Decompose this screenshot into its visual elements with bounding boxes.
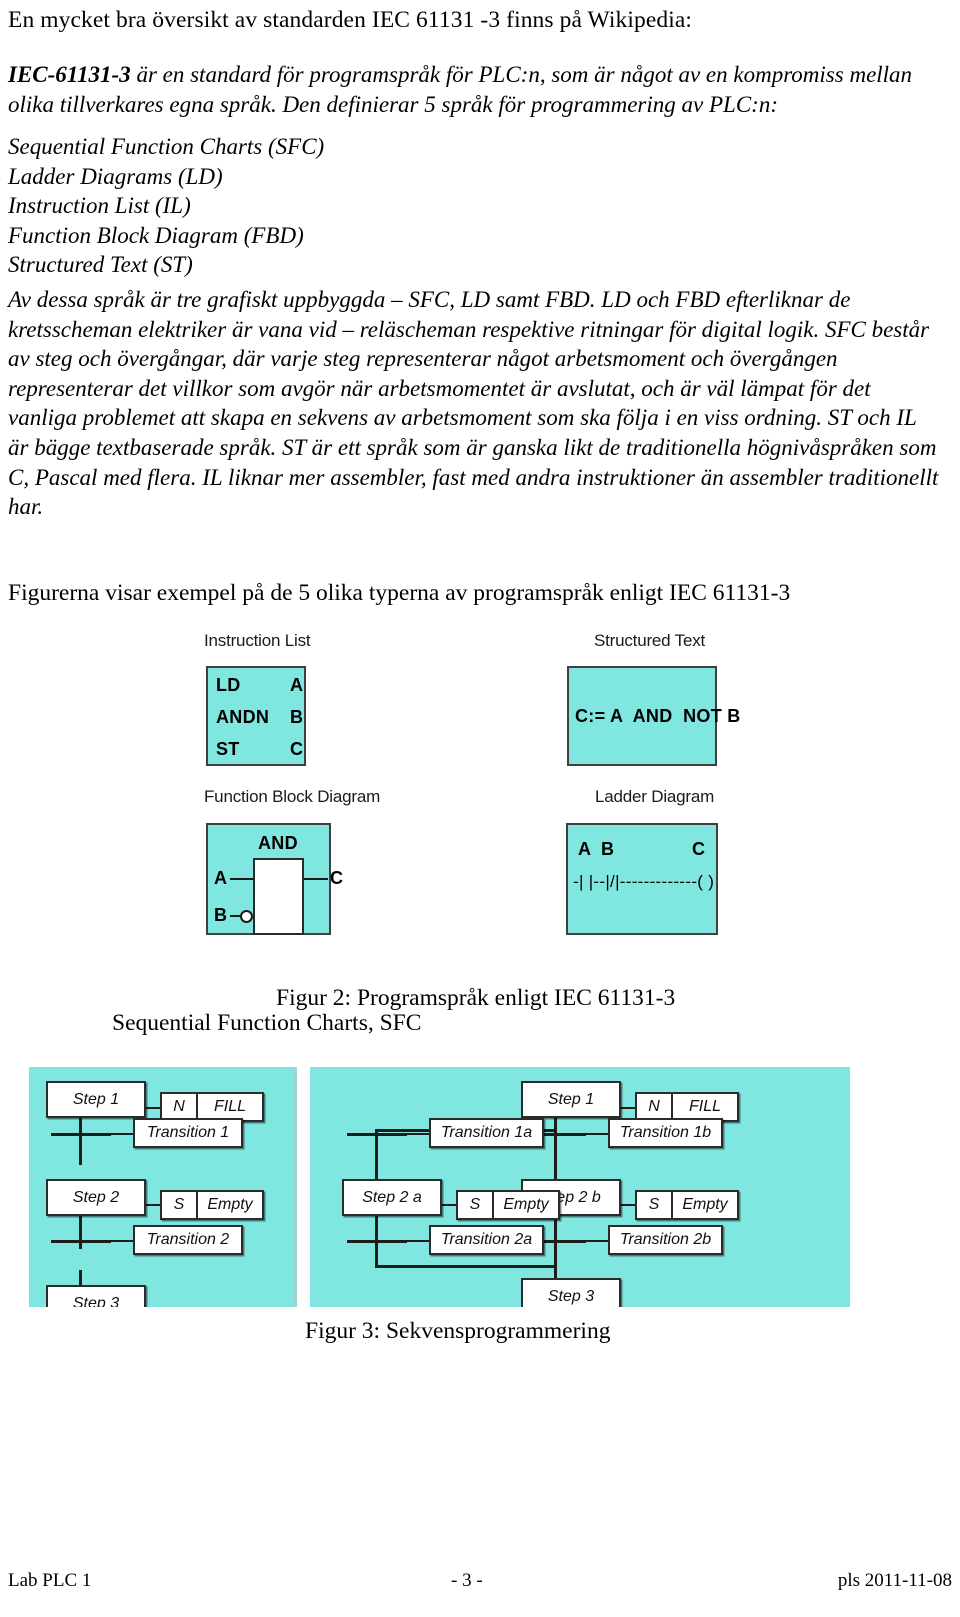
footer-left-text: Lab PLC 1	[8, 1570, 92, 1591]
language-list: Sequential Function Charts (SFC) Ladder …	[8, 132, 324, 280]
sfc-panel-divider	[294, 1067, 297, 1307]
page-footer: Lab PLC 1 - 3 - pls 2011-11-08	[0, 1570, 960, 1600]
sfc-r-branch-a-v1	[375, 1129, 378, 1182]
sfc-action-1-qualifier: N	[162, 1094, 198, 1120]
sfc-r-node-step-2a: Step 2 a	[342, 1179, 442, 1216]
sfc-node-step-1: Step 1	[46, 1081, 146, 1118]
language-list-item-il: Instruction List (IL)	[8, 193, 191, 219]
language-list-item-st: Structured Text (ST)	[8, 252, 193, 278]
description-paragraph: Av dessa språk är tre grafiskt uppbyggda…	[8, 287, 939, 520]
sfc-action-2: S Empty	[160, 1190, 264, 1220]
ladder-contact-a-label: A	[578, 839, 592, 859]
il-line-2-op: ANDN	[216, 707, 270, 727]
sfc-r-action-3-qualifier: S	[637, 1192, 673, 1218]
il-line-1-op: LD	[216, 675, 241, 695]
sfc-r-action-conn-2	[442, 1204, 456, 1206]
document-page: En mycket bra översikt av standarden IEC…	[0, 0, 960, 1617]
sfc-l-trans-conn-2	[111, 1240, 133, 1242]
intro-line: En mycket bra översikt av standarden IEC…	[8, 7, 693, 33]
ladder-coil-c-label: C	[692, 839, 706, 859]
sfc-action-1-name: FILL	[213, 1098, 246, 1115]
language-list-item-fbd: Function Block Diagram (FBD)	[8, 222, 304, 248]
ladder-rung: -| |--|/|-------------( )	[573, 872, 715, 891]
sfc-r-transition-2a: Transition 2a	[429, 1225, 544, 1255]
sfc-r-transition-1a: Transition 1a	[429, 1118, 544, 1148]
sfc-r-trans-bar-1a	[347, 1133, 407, 1136]
il-line-3-arg: C	[290, 739, 304, 759]
sfc-l-trans-conn-1	[111, 1133, 133, 1135]
definition-paragraph-text: är en standard för programspråk för PLC:…	[8, 62, 913, 117]
sfc-left-panel: Step 1 Step 2 Step 3 N FILL S Empty Tran…	[29, 1067, 294, 1307]
sfc-action-2-qualifier: S	[162, 1192, 198, 1218]
sfc-r-trans-conn-1b	[586, 1133, 608, 1135]
function-block-diagram-label: Function Block Diagram	[204, 787, 381, 806]
ladder-contact-b-label: B	[601, 839, 615, 859]
instruction-list-label: Instruction List	[204, 631, 311, 650]
sfc-l-action-conn-1	[146, 1107, 160, 1109]
sfc-right-panel: Step 1 Step 2 a Step 2 b Step 3 N FILL S…	[310, 1067, 850, 1307]
sfc-section-heading: Sequential Function Charts, SFC	[112, 1010, 422, 1036]
ladder-diagram-label: Ladder Diagram	[595, 787, 715, 806]
fbd-input-a-label: A	[214, 868, 228, 888]
fbd-negation-bubble-icon	[240, 910, 253, 923]
sfc-l-trans-bar-2	[51, 1240, 111, 1243]
sfc-r-node-step-3: Step 3	[521, 1278, 621, 1307]
fbd-output-c-label: C	[330, 868, 344, 888]
sfc-r-trans-conn-1a	[407, 1133, 429, 1135]
sfc-r-trans-conn-2a	[407, 1240, 429, 1242]
sfc-l-trans-bar-1	[51, 1133, 111, 1136]
il-line-1-arg: A	[290, 675, 304, 695]
definition-paragraph: IEC-61131-3 är en standard för programsp…	[8, 60, 942, 119]
language-list-item-ld: Ladder Diagrams (LD)	[8, 163, 223, 189]
sfc-r-action-2-qualifier: S	[458, 1192, 494, 1218]
fbd-gate-body	[253, 858, 304, 935]
sfc-r-action-3-name: Empty	[682, 1196, 728, 1213]
standard-name-bold: IEC-61131-3	[8, 62, 131, 87]
fbd-wire-c	[304, 878, 328, 880]
sfc-r-action-3: S Empty	[635, 1190, 739, 1220]
figure2-caption: Figur 2: Programspråk enligt IEC 61131-3	[276, 985, 676, 1011]
sfc-l-action-conn-2	[146, 1204, 160, 1206]
il-line-3-op: ST	[216, 739, 240, 759]
sfc-action-2-name: Empty	[207, 1196, 253, 1213]
figure-intro-line: Figurerna visar exempel på de 5 olika ty…	[8, 580, 791, 606]
sfc-r-action-2-name: Empty	[503, 1196, 549, 1213]
sfc-r-branch-b-v1	[554, 1129, 557, 1182]
structured-text-label: Structured Text	[594, 631, 706, 650]
fbd-wire-a	[230, 878, 254, 880]
sfc-r-node-step-1: Step 1	[521, 1081, 621, 1118]
sfc-r-transition-2b: Transition 2b	[608, 1225, 723, 1255]
footer-right-text: pls 2011-11-08	[837, 1570, 952, 1591]
fbd-gate-label: AND	[258, 833, 298, 853]
sfc-r-trans-bar-2a	[347, 1240, 407, 1243]
sfc-r-transition-1b: Transition 1b	[608, 1118, 723, 1148]
sfc-transition-1: Transition 1	[133, 1118, 243, 1148]
sfc-node-step-2: Step 2	[46, 1179, 146, 1216]
il-line-2-arg: B	[290, 707, 304, 727]
sfc-r-action-1-qualifier: N	[637, 1094, 673, 1120]
footer-page-number: - 3 -	[451, 1570, 483, 1591]
sfc-r-action-conn-1	[621, 1107, 635, 1109]
sfc-r-join-bar-bottom	[375, 1265, 557, 1268]
sfc-r-action-conn-3	[621, 1204, 635, 1206]
figure3-caption: Figur 3: Sekvensprogrammering	[305, 1318, 611, 1344]
sfc-transition-2: Transition 2	[133, 1225, 243, 1255]
sfc-r-trans-conn-2b	[586, 1240, 608, 1242]
sfc-r-action-2: S Empty	[456, 1190, 560, 1220]
language-list-item-sfc: Sequential Function Charts (SFC)	[8, 134, 325, 159]
fbd-input-b-label: B	[214, 905, 228, 925]
sfc-r-action-1-name: FILL	[688, 1098, 721, 1115]
structured-text-code: C:= A AND NOT B	[575, 706, 741, 726]
sfc-node-step-3: Step 3	[46, 1285, 146, 1307]
